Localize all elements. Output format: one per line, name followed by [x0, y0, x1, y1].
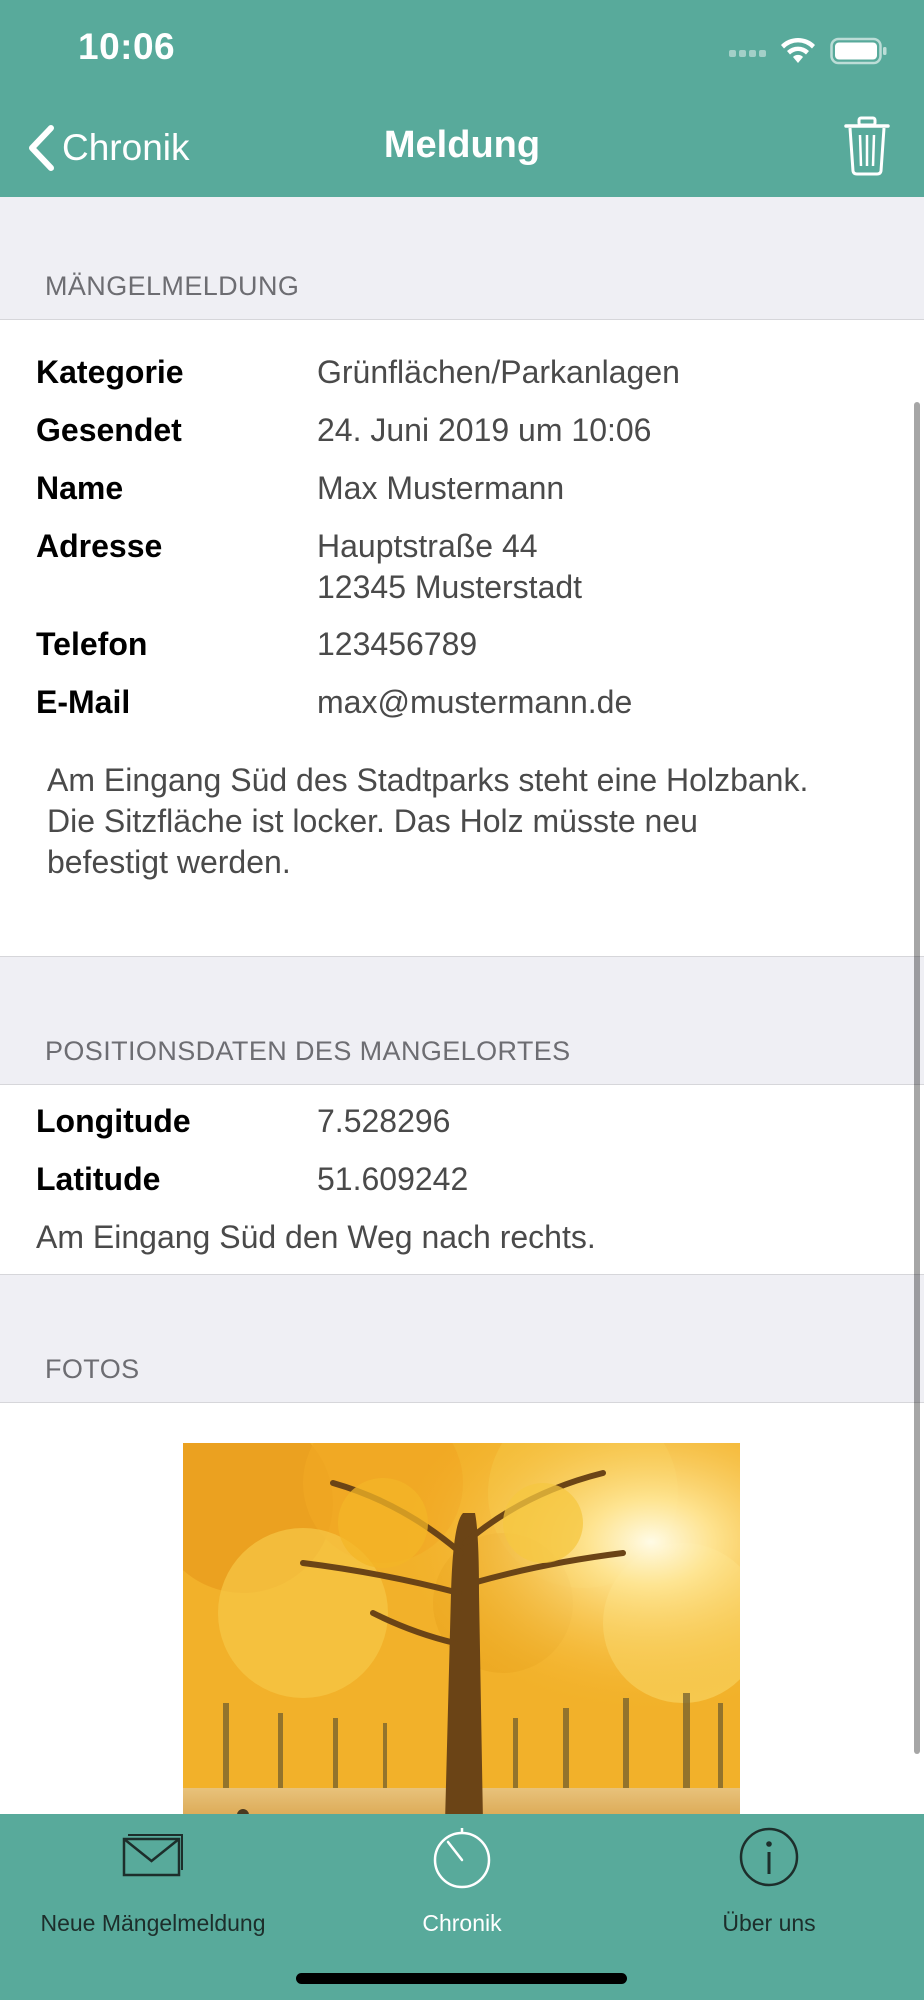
field-value: 7.528296 — [317, 1103, 451, 1139]
description-line: Am Eingang Süd des Stadtparks steht eine… — [47, 762, 809, 798]
address-line-city: 12345 Musterstadt — [317, 569, 583, 605]
section-header-position: POSITIONSDATEN DES MANGELORTES — [45, 1036, 571, 1066]
envelope-icon — [122, 1834, 183, 1877]
navigation-header: 10:06 Chronik Meldung — [0, 0, 924, 197]
field-label: E-Mail — [36, 684, 131, 720]
field-label: Adresse — [36, 528, 163, 564]
home-indicator[interactable] — [296, 1973, 627, 1984]
tab-label: Über uns — [722, 1910, 816, 1936]
field-label: Telefon — [36, 626, 148, 662]
position-section: Longitude 7.528296 Latitude 51.609242 Am… — [0, 1084, 924, 1275]
field-label: Kategorie — [36, 354, 184, 390]
section-header-report: MÄNGELMELDUNG — [45, 271, 300, 301]
page-title: Meldung — [383, 124, 541, 166]
wifi-icon — [781, 37, 815, 63]
report-section: Kategorie Grünflächen/Parkanlagen Gesend… — [0, 319, 924, 957]
report-photo[interactable] — [183, 1443, 740, 1814]
description-line: befestigt werden. — [47, 844, 291, 880]
field-value: 51.609242 — [317, 1161, 469, 1197]
tab-label: Neue Mängelmeldung — [40, 1910, 266, 1936]
field-label: Latitude — [36, 1161, 161, 1197]
field-value: Max Mustermann — [317, 470, 565, 506]
info-icon — [739, 1827, 799, 1887]
status-icons — [729, 36, 888, 66]
address-line-street: Hauptstraße 44 — [317, 528, 538, 564]
autumn-tree-photo — [183, 1443, 740, 1814]
field-value[interactable]: max@mustermann.de — [317, 682, 917, 723]
field-value[interactable]: 123456789 — [317, 624, 917, 665]
tab-new-report[interactable]: Neue Mängelmeldung — [13, 1814, 293, 1936]
field-value: 24. Juni 2019 um 10:06 — [317, 412, 652, 448]
tab-about[interactable]: Über uns — [664, 1814, 874, 1936]
field-label: Gesendet — [36, 412, 182, 448]
trash-icon — [844, 116, 890, 176]
cellular-signal-icon — [729, 45, 766, 57]
field-label: Name — [36, 470, 124, 506]
report-detail-scroll[interactable]: MÄNGELMELDUNG Kategorie Grünflächen/Park… — [0, 197, 924, 1814]
description-line: Die Sitzfläche ist locker. Das Holz müss… — [47, 803, 698, 839]
field-value-address: Hauptstraße 44 12345 Musterstadt — [317, 526, 917, 608]
timer-icon — [433, 1828, 491, 1889]
report-description: Am Eingang Süd des Stadtparks steht eine… — [47, 760, 867, 883]
field-value: Grünflächen/Parkanlagen — [317, 354, 680, 390]
tab-history[interactable]: Chronik — [372, 1814, 552, 1936]
battery-icon — [830, 37, 887, 65]
photos-section — [0, 1402, 924, 1814]
delete-button[interactable] — [844, 116, 890, 176]
section-header-photos: FOTOS — [45, 1354, 140, 1384]
tab-label: Chronik — [422, 1910, 502, 1936]
status-time: 10:06 — [78, 26, 176, 67]
scrollbar[interactable] — [914, 402, 920, 1754]
location-note: Am Eingang Süd den Weg nach rechts. — [36, 1219, 596, 1255]
field-label: Longitude — [36, 1103, 191, 1139]
